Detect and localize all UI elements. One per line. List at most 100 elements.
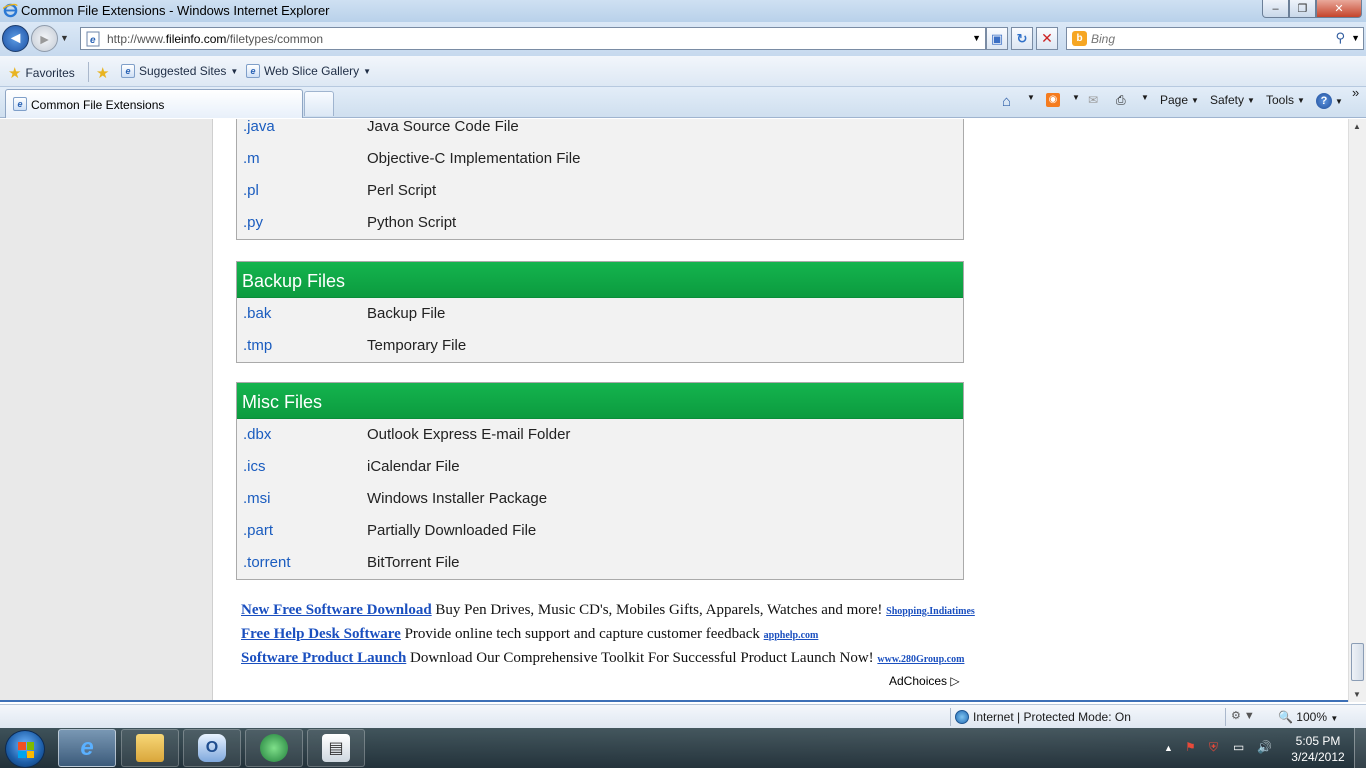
- print-button[interactable]: ⎙: [1116, 93, 1126, 108]
- favorite-suggested-sites[interactable]: e Suggested Sites ▼: [121, 64, 238, 78]
- help-menu[interactable]: ? ▼: [1316, 93, 1343, 109]
- ad-domain-link[interactable]: apphelp.com: [764, 630, 819, 641]
- ad-link[interactable]: Software Product Launch: [241, 650, 406, 666]
- forward-button[interactable]: ►: [31, 25, 58, 52]
- chevron-down-icon: ▼: [1247, 95, 1255, 105]
- search-icon[interactable]: ⚲: [1335, 30, 1345, 46]
- page-menu[interactable]: Page ▼: [1160, 93, 1199, 107]
- compatibility-view-button[interactable]: ▣: [986, 27, 1008, 50]
- list-item: .bak Backup File: [237, 298, 963, 330]
- chevron-down-icon: ▼: [230, 66, 239, 76]
- tab-common-file-extensions[interactable]: e Common File Extensions: [5, 89, 303, 118]
- extension-link[interactable]: .msi: [243, 490, 271, 507]
- refresh-button[interactable]: ↻: [1011, 27, 1033, 50]
- back-button[interactable]: ◄: [2, 25, 29, 52]
- ad-item: Software Product Launch Download Our Com…: [241, 650, 964, 674]
- system-clock[interactable]: 5:05 PM 3/24/2012: [1282, 733, 1354, 765]
- address-dropdown-icon[interactable]: ▼: [972, 33, 981, 43]
- read-mail-button[interactable]: ✉: [1088, 93, 1098, 107]
- taskbar-app-internet-explorer[interactable]: e: [58, 729, 116, 767]
- home-button[interactable]: ⌂: [1002, 93, 1011, 110]
- search-options-dropdown-icon[interactable]: ▼: [1351, 33, 1360, 43]
- list-item: .msi Windows Installer Package: [237, 483, 963, 515]
- extension-description: Objective-C Implementation File: [367, 150, 581, 167]
- taskbar-app-globe[interactable]: [245, 729, 303, 767]
- overflow-chevron-icon: »: [1352, 85, 1360, 100]
- search-input[interactable]: [1091, 30, 1321, 47]
- scroll-up-icon[interactable]: ▲: [1353, 122, 1361, 131]
- print-dropdown[interactable]: ▼: [1141, 93, 1149, 102]
- ad-domain-link[interactable]: www.280Group.com: [877, 654, 964, 665]
- list-item: .torrent BitTorrent File: [237, 547, 963, 579]
- page-viewport[interactable]: .java Java Source Code File .m Objective-C…: [0, 119, 1348, 702]
- protected-mode-settings-icon[interactable]: ⚙ ▼: [1231, 709, 1255, 722]
- maximize-button[interactable]: ❐: [1289, 0, 1316, 18]
- extension-link[interactable]: .tmp: [243, 337, 272, 354]
- favorites-button[interactable]: ★ Favorites: [8, 64, 75, 82]
- address-bar[interactable]: e http://www.fileinfo.com/filetypes/comm…: [80, 27, 986, 50]
- zoom-icon: 🔍: [1278, 710, 1293, 724]
- extension-description: Outlook Express E-mail Folder: [367, 426, 571, 443]
- ad-block: New Free Software Download Buy Pen Drive…: [241, 602, 975, 674]
- ad-link[interactable]: New Free Software Download: [241, 602, 432, 618]
- status-separator: [1225, 708, 1226, 726]
- minimize-button[interactable]: –: [1262, 0, 1289, 18]
- command-overflow-button[interactable]: »: [1352, 85, 1359, 100]
- left-sidebar: [0, 119, 213, 700]
- outlook-icon: O: [198, 734, 226, 762]
- taskbar-app-windows-explorer[interactable]: [121, 729, 179, 767]
- ad-domain-link[interactable]: Shopping.Indiatimes: [886, 606, 975, 617]
- new-tab-button[interactable]: [304, 91, 334, 116]
- scroll-down-icon[interactable]: ▼: [1353, 690, 1361, 699]
- recent-pages-dropdown-icon[interactable]: ▼: [60, 33, 69, 43]
- chevron-down-icon: ▼: [363, 66, 372, 76]
- favorite-web-slice-gallery[interactable]: e Web Slice Gallery ▼: [246, 64, 371, 78]
- extension-link[interactable]: .pl: [243, 182, 259, 199]
- extension-link[interactable]: .part: [243, 522, 273, 539]
- search-box[interactable]: b ⚲ ▼: [1066, 27, 1364, 50]
- folder-icon: [136, 734, 164, 762]
- address-url[interactable]: http://www.fileinfo.com/filetypes/common: [107, 32, 323, 46]
- safety-menu[interactable]: Safety ▼: [1210, 93, 1255, 107]
- stop-button[interactable]: ✕: [1036, 27, 1058, 50]
- extension-link[interactable]: .dbx: [243, 426, 271, 443]
- home-icon: ⌂: [1002, 93, 1012, 110]
- network-icon[interactable]: ▭: [1233, 740, 1244, 754]
- home-dropdown[interactable]: ▼: [1027, 93, 1035, 102]
- security-alert-icon[interactable]: ⛨: [1209, 740, 1218, 755]
- add-to-favorites-button[interactable]: ★: [96, 64, 109, 82]
- stop-icon: ✕: [1041, 30, 1053, 46]
- extension-link[interactable]: .ics: [243, 458, 266, 475]
- show-hidden-icons-icon[interactable]: ▲: [1164, 743, 1173, 753]
- vertical-scrollbar[interactable]: ▲ ▼: [1348, 119, 1366, 702]
- feeds-dropdown[interactable]: ▼: [1072, 93, 1080, 102]
- scrollbar-thumb[interactable]: [1351, 643, 1364, 681]
- tools-menu[interactable]: Tools ▼: [1266, 93, 1305, 107]
- ie-logo-icon: [3, 3, 18, 18]
- close-icon: ✕: [1334, 3, 1344, 15]
- ie-page-icon: e: [121, 64, 135, 78]
- zoom-level[interactable]: 🔍 100% ▼: [1278, 710, 1338, 724]
- extension-link[interactable]: .torrent: [243, 554, 291, 571]
- chevron-down-icon: ▼: [1297, 95, 1305, 105]
- taskbar-app-outlook[interactable]: O: [183, 729, 241, 767]
- extension-link[interactable]: .py: [243, 214, 263, 231]
- adchoices-link[interactable]: AdChoices ▷: [889, 674, 960, 688]
- extension-link[interactable]: .bak: [243, 305, 271, 322]
- close-window-button[interactable]: ✕: [1316, 0, 1362, 18]
- extension-link[interactable]: .java: [243, 119, 275, 135]
- security-zone[interactable]: Internet | Protected Mode: On: [955, 710, 1131, 724]
- feeds-button[interactable]: ◉: [1046, 93, 1060, 107]
- start-button[interactable]: [5, 730, 45, 768]
- mail-icon: ✉: [1088, 93, 1099, 107]
- ad-item: New Free Software Download Buy Pen Drive…: [241, 602, 975, 626]
- show-desktop-button[interactable]: [1354, 728, 1366, 768]
- page-icon: e: [86, 31, 100, 47]
- taskbar-app-reader[interactable]: ▤: [307, 729, 365, 767]
- windows-taskbar: e O ▤ ▲ ⚑ ⛨ ▭ 🔊 5:05 PM 3/24/2012: [0, 728, 1366, 768]
- ad-link[interactable]: Free Help Desk Software: [241, 626, 401, 642]
- volume-icon[interactable]: 🔊: [1257, 740, 1272, 754]
- action-center-flag-icon[interactable]: ⚑: [1185, 740, 1196, 754]
- window-titlebar[interactable]: Common File Extensions - Windows Interne…: [0, 0, 1366, 22]
- extension-link[interactable]: .m: [243, 150, 260, 167]
